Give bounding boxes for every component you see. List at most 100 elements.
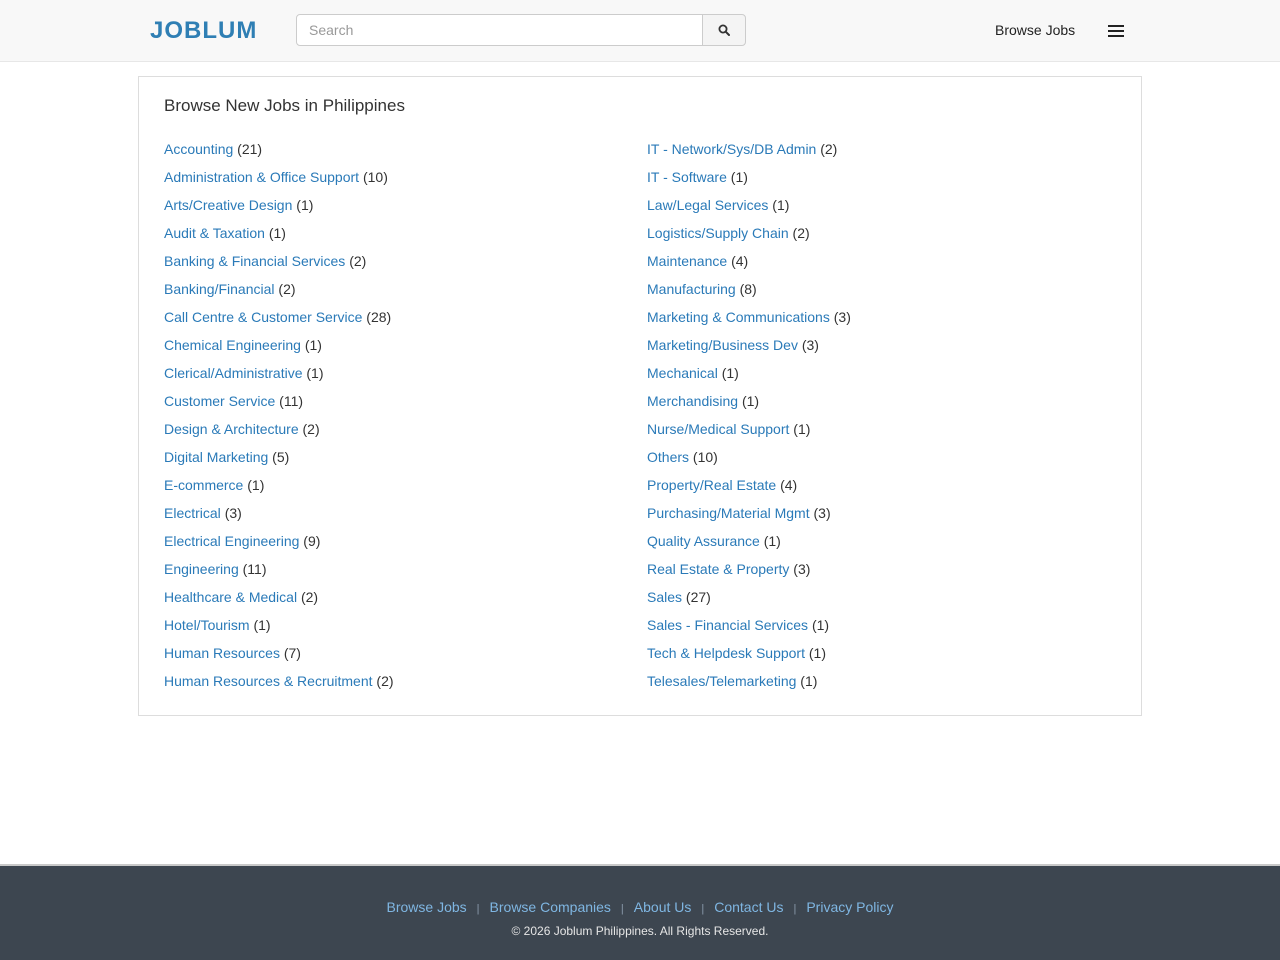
category-link[interactable]: Banking & Financial Services xyxy=(164,253,345,269)
category-count: (9) xyxy=(303,533,321,549)
search-button[interactable] xyxy=(702,14,746,46)
category-count: (3) xyxy=(813,505,831,521)
panel-title: Browse New Jobs in Philippines xyxy=(164,96,405,115)
category-link[interactable]: Marketing/Business Dev xyxy=(647,337,798,353)
category-count: (3) xyxy=(793,561,811,577)
category-link[interactable]: Tech & Helpdesk Support xyxy=(647,645,805,661)
category-count: (2) xyxy=(376,673,394,689)
category-link[interactable]: Chemical Engineering xyxy=(164,337,301,353)
category-link[interactable]: Human Resources xyxy=(164,645,280,661)
category-link[interactable]: Purchasing/Material Mgmt xyxy=(647,505,810,521)
category-count: (1) xyxy=(772,197,790,213)
category-count: (1) xyxy=(763,533,781,549)
category-count: (1) xyxy=(306,365,324,381)
category-item: Hotel/Tourism (1) xyxy=(164,615,394,643)
category-count: (3) xyxy=(801,337,819,353)
category-count: (1) xyxy=(296,197,314,213)
category-link[interactable]: Accounting xyxy=(164,141,233,157)
category-item: Electrical (3) xyxy=(164,503,394,531)
category-link[interactable]: Electrical xyxy=(164,505,221,521)
category-count: (1) xyxy=(268,225,286,241)
category-link[interactable]: Law/Legal Services xyxy=(647,197,768,213)
category-item: Property/Real Estate (4) xyxy=(647,475,851,503)
category-link[interactable]: Maintenance xyxy=(647,253,727,269)
category-link[interactable]: Call Centre & Customer Service xyxy=(164,309,362,325)
category-link[interactable]: Administration & Office Support xyxy=(164,169,359,185)
category-count: (11) xyxy=(279,393,304,409)
category-link[interactable]: Clerical/Administrative xyxy=(164,365,302,381)
category-item: Telesales/Telemarketing (1) xyxy=(647,671,851,699)
category-count: (27) xyxy=(685,589,711,605)
category-link[interactable]: Mechanical xyxy=(647,365,718,381)
category-link[interactable]: Healthcare & Medical xyxy=(164,589,297,605)
joblum-logo[interactable]: JOBLUM xyxy=(150,17,257,45)
category-link[interactable]: Nurse/Medical Support xyxy=(647,421,789,437)
footer-link[interactable]: Contact Us xyxy=(714,899,783,915)
category-item: Mechanical (1) xyxy=(647,363,851,391)
category-link[interactable]: Human Resources & Recruitment xyxy=(164,673,373,689)
category-count: (10) xyxy=(692,449,718,465)
category-link[interactable]: Sales - Financial Services xyxy=(647,617,808,633)
category-count: (1) xyxy=(730,169,748,185)
category-item: Marketing/Business Dev (3) xyxy=(647,335,851,363)
category-link[interactable]: Banking/Financial xyxy=(164,281,275,297)
category-link[interactable]: Quality Assurance xyxy=(647,533,760,549)
category-link[interactable]: Design & Architecture xyxy=(164,421,299,437)
category-item: IT - Network/Sys/DB Admin (2) xyxy=(647,139,851,167)
category-link[interactable]: Sales xyxy=(647,589,682,605)
category-link[interactable]: Telesales/Telemarketing xyxy=(647,673,796,689)
category-item: Chemical Engineering (1) xyxy=(164,335,394,363)
category-item: E-commerce (1) xyxy=(164,475,394,503)
category-count: (1) xyxy=(793,421,811,437)
category-list-right: IT - Network/Sys/DB Admin (2) IT - Softwa… xyxy=(647,139,851,699)
category-link[interactable]: IT - Network/Sys/DB Admin xyxy=(647,141,816,157)
category-item: Banking/Financial (2) xyxy=(164,279,394,307)
category-link[interactable]: Hotel/Tourism xyxy=(164,617,250,633)
category-link[interactable]: Merchandising xyxy=(647,393,738,409)
search-input[interactable] xyxy=(296,14,703,46)
category-count: (11) xyxy=(242,561,267,577)
category-item: Accounting (21) xyxy=(164,139,394,167)
footer-link[interactable]: About Us xyxy=(634,899,692,915)
category-item: Real Estate & Property (3) xyxy=(647,559,851,587)
category-link[interactable]: Logistics/Supply Chain xyxy=(647,225,789,241)
category-count: (2) xyxy=(302,421,320,437)
category-item: Clerical/Administrative (1) xyxy=(164,363,394,391)
category-count: (1) xyxy=(811,617,830,633)
footer-link[interactable]: Browse Jobs xyxy=(387,899,467,915)
footer-link[interactable]: Browse Companies xyxy=(490,899,611,915)
category-link[interactable]: IT - Software xyxy=(647,169,727,185)
category-link[interactable]: Real Estate & Property xyxy=(647,561,789,577)
category-item: Merchandising (1) xyxy=(647,391,851,419)
category-count: (3) xyxy=(833,309,851,325)
category-link[interactable]: Electrical Engineering xyxy=(164,533,299,549)
category-link[interactable]: Customer Service xyxy=(164,393,275,409)
category-link[interactable]: E-commerce xyxy=(164,477,243,493)
hamburger-bar xyxy=(1108,30,1124,32)
category-count: (1) xyxy=(800,673,818,689)
nav-browse-jobs-link[interactable]: Browse Jobs xyxy=(995,21,1075,39)
category-item: Arts/Creative Design (1) xyxy=(164,195,394,223)
category-link[interactable]: Audit & Taxation xyxy=(164,225,265,241)
category-count: (1) xyxy=(247,477,265,493)
category-item: IT - Software (1) xyxy=(647,167,851,195)
category-item: Engineering (11) xyxy=(164,559,394,587)
category-link[interactable]: Arts/Creative Design xyxy=(164,197,292,213)
category-item: Banking & Financial Services (2) xyxy=(164,251,394,279)
category-count: (8) xyxy=(739,281,757,297)
footer-link[interactable]: Privacy Policy xyxy=(806,899,893,915)
category-link[interactable]: Property/Real Estate xyxy=(647,477,776,493)
category-count: (4) xyxy=(731,253,749,269)
category-count: (28) xyxy=(366,309,392,325)
category-count: (1) xyxy=(721,365,739,381)
category-link[interactable]: Marketing & Communications xyxy=(647,309,830,325)
category-link[interactable]: Digital Marketing xyxy=(164,449,268,465)
category-item: Healthcare & Medical (2) xyxy=(164,587,394,615)
category-link[interactable]: Manufacturing xyxy=(647,281,736,297)
category-item: Purchasing/Material Mgmt (3) xyxy=(647,503,851,531)
category-item: Design & Architecture (2) xyxy=(164,419,394,447)
category-item: Administration & Office Support (10) xyxy=(164,167,394,195)
hamburger-menu-icon[interactable] xyxy=(1104,20,1128,42)
category-link[interactable]: Engineering xyxy=(164,561,239,577)
category-link[interactable]: Others xyxy=(647,449,689,465)
